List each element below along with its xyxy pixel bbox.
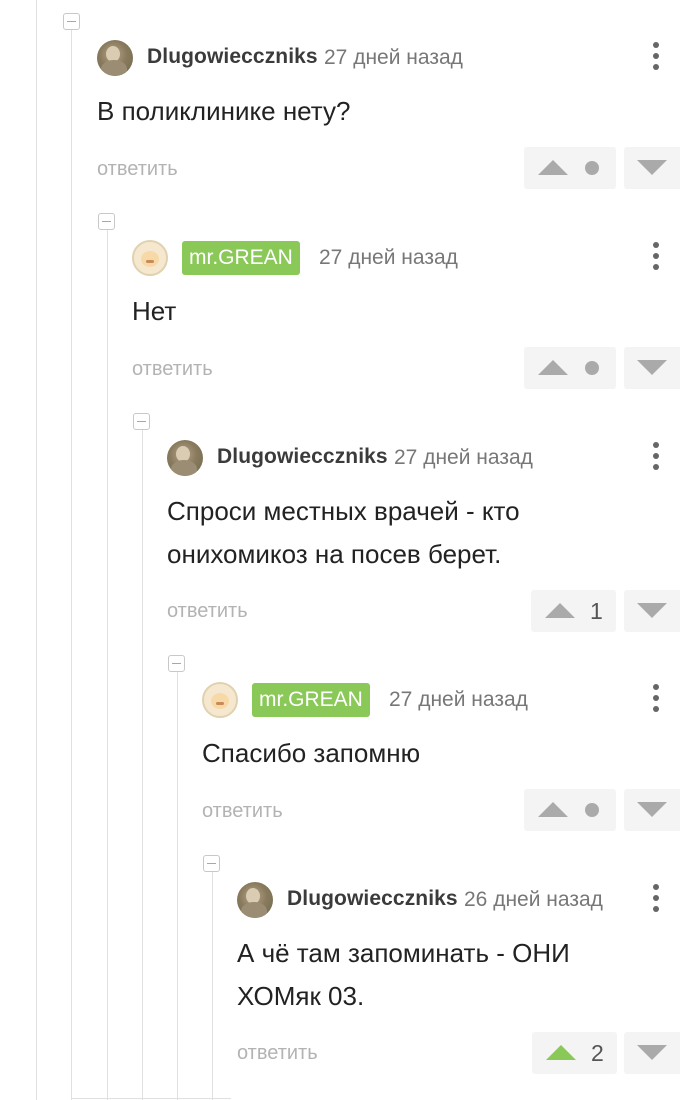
- downvote-icon: [637, 1045, 667, 1060]
- upvote-icon: [538, 360, 568, 375]
- neutral-rating-dot: [585, 161, 599, 175]
- upvote-icon: [538, 802, 568, 817]
- thread-bottom-line: [71, 1098, 231, 1099]
- comment: Dlugowiecczniks 26 дней назад А чё там з…: [203, 855, 700, 1100]
- comment-time[interactable]: 27 дней назад: [389, 688, 528, 712]
- upvote-button[interactable]: [524, 147, 616, 189]
- author-name[interactable]: Dlugowiecczniks: [217, 445, 388, 469]
- kebab-menu-icon[interactable]: [652, 442, 660, 474]
- author-name[interactable]: mr.GREAN: [252, 683, 370, 717]
- downvote-button[interactable]: [624, 347, 680, 389]
- thread-line-0: [36, 0, 37, 1100]
- upvote-icon: [538, 160, 568, 175]
- reply-link[interactable]: ответить: [97, 158, 178, 181]
- comment-header: Dlugowiecczniks 26 дней назад: [237, 882, 700, 918]
- collapse-icon[interactable]: [133, 413, 150, 430]
- kebab-menu-icon[interactable]: [652, 684, 660, 716]
- author-name[interactable]: mr.GREAN: [182, 241, 300, 275]
- thread-line-1: [71, 30, 72, 1100]
- comment: Dlugowiecczniks 27 дней назад Спроси мес…: [133, 413, 700, 650]
- downvote-button[interactable]: [624, 147, 680, 189]
- avatar[interactable]: [97, 40, 133, 76]
- downvote-icon: [637, 802, 667, 817]
- reply-link[interactable]: ответить: [237, 1042, 318, 1065]
- reply-link[interactable]: ответить: [132, 358, 213, 381]
- comment: mr.GREAN 27 дней назад Нет ответить: [98, 213, 700, 400]
- author-name[interactable]: Dlugowiecczniks: [147, 45, 318, 69]
- upvote-icon: [546, 1045, 576, 1060]
- comment: mr.GREAN 27 дней назад Спасибо запомню о…: [168, 655, 700, 842]
- comment-time[interactable]: 27 дней назад: [394, 446, 533, 470]
- kebab-menu-icon[interactable]: [652, 242, 660, 274]
- thread-line-2: [107, 230, 108, 1100]
- collapse-icon[interactable]: [168, 655, 185, 672]
- comment-header: mr.GREAN 27 дней назад: [132, 240, 700, 276]
- comment-header: mr.GREAN 27 дней назад: [202, 682, 700, 718]
- upvote-button[interactable]: 2: [532, 1032, 617, 1074]
- comment-time[interactable]: 26 дней назад: [464, 888, 603, 912]
- avatar[interactable]: [237, 882, 273, 918]
- reply-link[interactable]: ответить: [167, 600, 248, 623]
- downvote-icon: [637, 603, 667, 618]
- upvote-button[interactable]: [524, 347, 616, 389]
- thread-line-3: [142, 430, 143, 1100]
- comment-text: А чё там запоминать - ОНИ ХОМяк 03.: [237, 938, 570, 1011]
- downvote-button[interactable]: [624, 1032, 680, 1074]
- comment-text: Спасибо запомню: [202, 738, 421, 768]
- kebab-menu-icon[interactable]: [652, 42, 660, 74]
- upvote-button[interactable]: [524, 789, 616, 831]
- comment-header: Dlugowiecczniks 27 дней назад: [97, 40, 700, 76]
- upvote-button[interactable]: 1: [531, 590, 616, 632]
- downvote-button[interactable]: [624, 590, 680, 632]
- collapse-icon[interactable]: [203, 855, 220, 872]
- neutral-rating-dot: [585, 803, 599, 817]
- comment-text: Спроси местных врачей - кто онихомикоз н…: [167, 496, 520, 569]
- downvote-icon: [637, 360, 667, 375]
- rating-count: 1: [590, 598, 603, 624]
- kebab-menu-icon[interactable]: [652, 884, 660, 916]
- neutral-rating-dot: [585, 361, 599, 375]
- reply-link[interactable]: ответить: [202, 800, 283, 823]
- downvote-icon: [637, 160, 667, 175]
- collapse-icon[interactable]: [63, 13, 80, 30]
- rating-count: 2: [591, 1040, 604, 1066]
- thread-line-5: [212, 872, 213, 1100]
- collapse-icon[interactable]: [98, 213, 115, 230]
- comment: Dlugowiecczniks 27 дней назад В поликлин…: [63, 13, 700, 200]
- avatar[interactable]: [167, 440, 203, 476]
- comment-time[interactable]: 27 дней назад: [324, 46, 463, 70]
- comment-header: Dlugowiecczniks 27 дней назад: [167, 440, 700, 476]
- comment-time[interactable]: 27 дней назад: [319, 246, 458, 270]
- comment-text: В поликлинике нету?: [97, 96, 351, 126]
- author-name[interactable]: Dlugowiecczniks: [287, 887, 458, 911]
- upvote-icon: [545, 603, 575, 618]
- comment-text: Нет: [132, 296, 177, 326]
- avatar[interactable]: [132, 240, 168, 276]
- downvote-button[interactable]: [624, 789, 680, 831]
- thread-line-4: [177, 672, 178, 1100]
- avatar[interactable]: [202, 682, 238, 718]
